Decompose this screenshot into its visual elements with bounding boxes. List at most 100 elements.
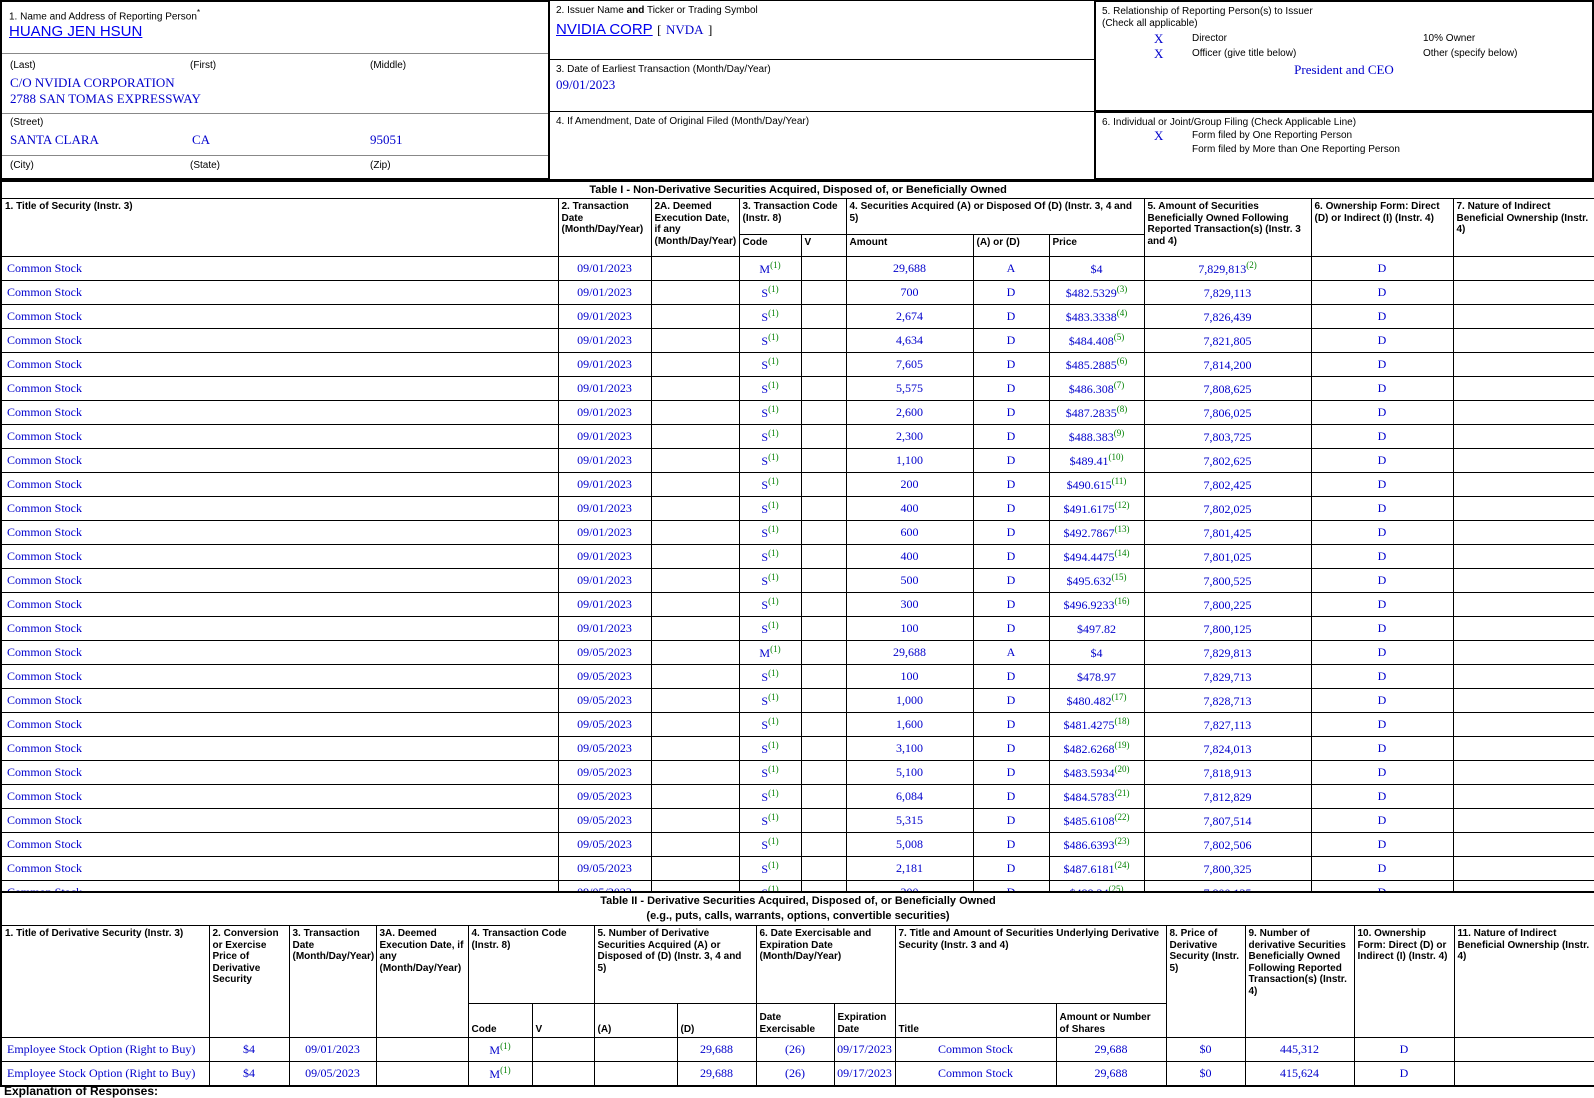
footnote-ref[interactable]: (2) (1246, 260, 1257, 270)
footnote-ref[interactable]: (15) (1112, 572, 1127, 582)
cell-ownership-form: D (1311, 497, 1453, 521)
t2-col-deemed-execution-date: 3A. Deemed Execution Date, if any (Month… (376, 926, 468, 1038)
footnote-ref[interactable]: (1) (768, 596, 779, 606)
t2-col-transaction-date: 3. Transaction Date (Month/Day/Year) (289, 926, 376, 1038)
footnote-ref[interactable]: (3) (1117, 284, 1128, 294)
cell-amount: 300 (846, 593, 973, 617)
footnote-ref[interactable]: (12) (1115, 500, 1130, 510)
footnote-ref[interactable]: (1) (768, 452, 779, 462)
footnote-ref[interactable]: (1) (770, 260, 781, 270)
one-person-checkbox[interactable]: X (1154, 128, 1163, 144)
footnote-ref[interactable]: (23) (1115, 836, 1130, 846)
footnote-ref[interactable]: (1) (500, 1065, 511, 1075)
footnote-ref[interactable]: (21) (1115, 788, 1130, 798)
cell-transaction-date: 09/01/2023 (558, 593, 651, 617)
footnote-ref[interactable]: (1) (500, 1041, 511, 1051)
footnote-ref[interactable]: (10) (1109, 452, 1124, 462)
footnote-ref[interactable]: (4) (1117, 308, 1128, 318)
footnote-ref[interactable]: (1) (768, 692, 779, 702)
footnote-ref[interactable]: (1) (768, 380, 779, 390)
footnote-ref[interactable]: (11) (1112, 476, 1127, 486)
cell-nature-indirect (1453, 545, 1594, 569)
cell-deemed-execution-date (651, 305, 739, 329)
cell-v (801, 521, 846, 545)
footnote-ref[interactable]: (1) (768, 428, 779, 438)
cell-nature-indirect (1453, 833, 1594, 857)
footnote-ref[interactable]: (1) (768, 620, 779, 630)
cell-nature-indirect (1453, 665, 1594, 689)
footnote-ref[interactable]: (18) (1115, 716, 1130, 726)
cell-v (801, 809, 846, 833)
footnote-ref[interactable]: (1) (768, 812, 779, 822)
footnote-ref[interactable]: (1) (768, 308, 779, 318)
footnote-ref[interactable]: (17) (1112, 692, 1127, 702)
cell-amount: 3,100 (846, 737, 973, 761)
t1-col-deemed-execution-date: 2A. Deemed Execution Date, if any (Month… (651, 199, 739, 257)
footnote-ref[interactable]: (1) (768, 836, 779, 846)
table1-row: Common Stock 09/01/2023 S(1) 2,300 D $48… (1, 425, 1594, 449)
officer-checkbox[interactable]: X (1154, 46, 1163, 62)
footnote-ref[interactable]: (1) (768, 404, 779, 414)
footnote-ref[interactable]: (1) (768, 788, 779, 798)
footnote-ref[interactable]: (7) (1114, 380, 1125, 390)
cell-transaction-date: 09/01/2023 (558, 353, 651, 377)
cell-price: $490.615(11) (1049, 473, 1144, 497)
cell-v (801, 617, 846, 641)
issuer-link[interactable]: NVIDIA CORP (556, 21, 653, 38)
cell-price: $4 (1049, 257, 1144, 281)
footnote-ref[interactable]: (6) (1117, 356, 1128, 366)
footnote-ref[interactable]: (1) (768, 500, 779, 510)
footnote-ref[interactable]: (16) (1115, 596, 1130, 606)
reporting-person-link[interactable]: HUANG JEN HSUN (9, 23, 142, 40)
footnote-ref[interactable]: (20) (1115, 764, 1130, 774)
footnote-ref[interactable]: (1) (768, 332, 779, 342)
footnote-ref[interactable]: (9) (1114, 428, 1125, 438)
footnote-ref[interactable]: (1) (768, 284, 779, 294)
footnote-ref[interactable]: (1) (768, 860, 779, 870)
footnote-ref[interactable]: (1) (768, 476, 779, 486)
cell-transaction-date: 09/05/2023 (558, 689, 651, 713)
cell-nature-indirect (1453, 713, 1594, 737)
cell-a-or-d: D (973, 689, 1049, 713)
cell-v (801, 401, 846, 425)
footnote-ref[interactable]: (1) (768, 716, 779, 726)
cell-a-or-d: D (973, 593, 1049, 617)
cell-ownership-form: D (1311, 425, 1453, 449)
footnote-ref[interactable]: (13) (1115, 524, 1130, 534)
cell-ownership-form: D (1311, 785, 1453, 809)
footnote-ref[interactable]: (1) (768, 356, 779, 366)
footnote-ref[interactable]: (1) (770, 644, 781, 654)
cell-amount: 1,100 (846, 449, 973, 473)
cell-a-or-d: D (973, 497, 1049, 521)
ticker-bracket-open: [ (657, 22, 661, 37)
footnote-ref[interactable]: (1) (768, 524, 779, 534)
footnote-ref[interactable]: (19) (1115, 740, 1130, 750)
cell-date-exercisable[interactable]: (26) (756, 1062, 834, 1087)
footnote-ref[interactable]: (1) (768, 668, 779, 678)
cell-transaction-date: 09/05/2023 (558, 857, 651, 881)
cell-v (532, 1062, 594, 1087)
cell-date-exercisable[interactable]: (26) (756, 1038, 834, 1062)
footnote-ref[interactable]: (1) (768, 572, 779, 582)
footnote-ref[interactable]: (1) (768, 764, 779, 774)
cell-ownership-form: D (1311, 353, 1453, 377)
footnote-ref[interactable]: (1) (768, 740, 779, 750)
footnote-ref[interactable]: (8) (1117, 404, 1128, 414)
cell-amount: 7,605 (846, 353, 973, 377)
footnote-ref[interactable]: (14) (1115, 548, 1130, 558)
cell-price: $486.6393(23) (1049, 833, 1144, 857)
footnote-ref[interactable]: (1) (768, 548, 779, 558)
table1-row: Common Stock 09/01/2023 S(1) 100 D $497.… (1, 617, 1594, 641)
cell-amount: 400 (846, 545, 973, 569)
table2-row: Employee Stock Option (Right to Buy) $4 … (1, 1062, 1594, 1087)
cell-amount: 400 (846, 497, 973, 521)
cell-owned-following: 7,801,025 (1144, 545, 1311, 569)
cell-transaction-date: 09/01/2023 (558, 521, 651, 545)
footnote-ref[interactable]: (24) (1115, 860, 1130, 870)
director-checkbox[interactable]: X (1154, 31, 1163, 47)
footnote-ref[interactable]: (5) (1114, 332, 1125, 342)
footnote-ref[interactable]: (22) (1115, 812, 1130, 822)
divider (2, 53, 548, 54)
t2-col-number-owned: 9. Number of derivative Securities Benef… (1245, 926, 1354, 1038)
cell-price: $491.6175(12) (1049, 497, 1144, 521)
